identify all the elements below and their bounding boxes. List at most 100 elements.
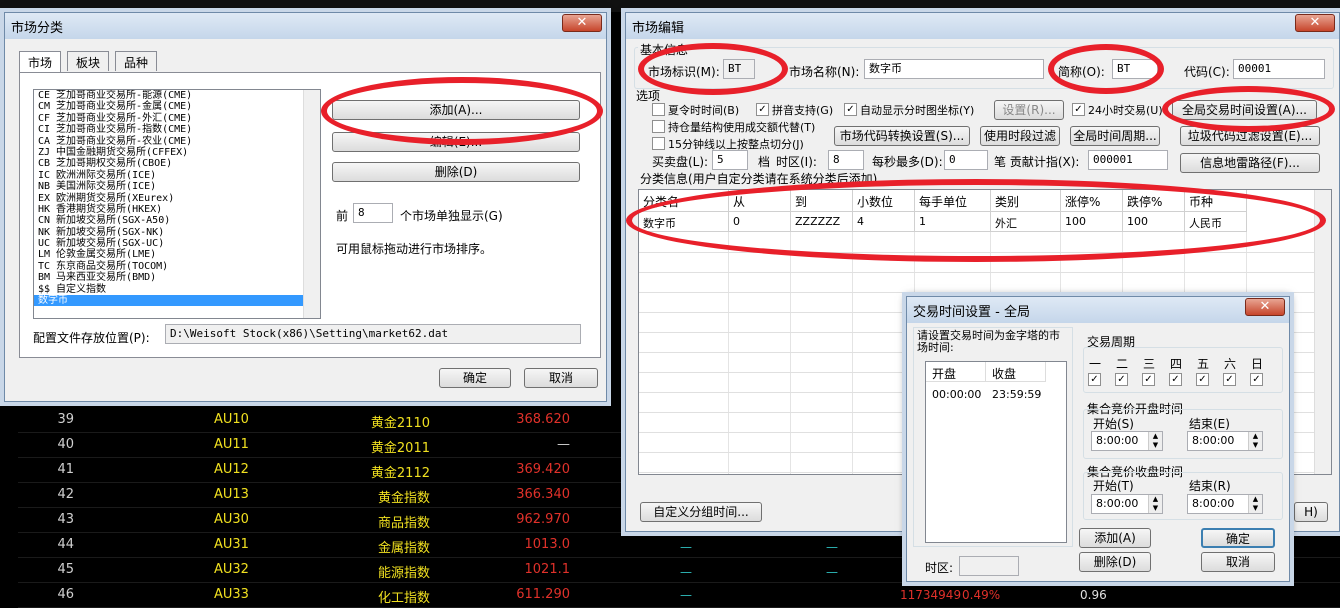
class-table-scrollbar[interactable] <box>1314 190 1331 474</box>
day-checkbox[interactable]: ✓ <box>1250 373 1263 386</box>
use-period-button[interactable]: 使用时段过滤 <box>980 126 1060 146</box>
persec-label: 每秒最多(D): <box>872 155 943 169</box>
tab-sector[interactable]: 板块 <box>67 51 110 71</box>
list-item[interactable]: CF 芝加哥商业交易所-外汇(CME) <box>34 113 320 124</box>
day-label: 四 <box>1170 357 1183 371</box>
list-item[interactable]: EX 欧洲期货交易所(XEurex) <box>34 193 320 204</box>
dash-value: — <box>680 540 692 554</box>
auction-open-start[interactable]: 8:00:00 ▲ ▼ <box>1091 431 1163 451</box>
dash-value: — <box>680 565 692 579</box>
info-path-button[interactable]: 信息地雷路径(F)... <box>1180 153 1320 173</box>
24h-checkbox[interactable]: ✓ <box>1072 103 1085 116</box>
list-item[interactable]: ZJ 中国金融期货交易所(CFFEX) <box>34 147 320 158</box>
level-label: 档 <box>758 155 771 169</box>
list-item[interactable]: TC 东京商品交易所(TOCOM) <box>34 261 320 272</box>
day-checkbox[interactable]: ✓ <box>1169 373 1182 386</box>
close-icon[interactable]: ✕ <box>1295 14 1335 32</box>
code-field[interactable]: 00001 <box>1233 59 1325 79</box>
spin-arrows-icon[interactable]: ▲ ▼ <box>1148 495 1162 513</box>
timezone-input[interactable]: 8 <box>828 150 864 170</box>
cell-name: 能源指数 <box>377 566 430 581</box>
tz-field[interactable] <box>959 556 1019 576</box>
grid-line <box>852 232 853 474</box>
market-list[interactable]: CE 芝加哥商业交易所-能源(CME) CM 芝加哥商业交易所-金属(CME) CF… <box>33 89 321 319</box>
list-item[interactable]: CB 芝加哥期权交易所(CBOE) <box>34 158 320 169</box>
close-time[interactable]: 23:59:59 <box>992 388 1041 401</box>
contrib-input[interactable]: 000001 <box>1088 150 1168 170</box>
list-item[interactable]: HK 香港期货交易所(HKEX) <box>34 204 320 215</box>
spin-arrows-icon[interactable]: ▲ ▼ <box>1148 432 1162 450</box>
pinyin-checkbox[interactable]: ✓ <box>756 103 769 116</box>
list-item[interactable]: LM 伦敦金属交易所(LME) <box>34 249 320 260</box>
list-item[interactable]: CE 芝加哥商业交易所-能源(CME) <box>34 90 320 101</box>
custom-group-time-button[interactable]: 自定义分组时间... <box>640 502 762 522</box>
position-checkbox[interactable] <box>652 120 665 133</box>
cell-num: 44 <box>57 537 74 552</box>
auction-close-start[interactable]: 8:00:00 ▲ ▼ <box>1091 494 1163 514</box>
contrib-label: 笔 贡献计指(X): <box>994 155 1080 169</box>
timezone-label: 时区(I): <box>776 155 817 169</box>
settings-button[interactable]: 设置(R)... <box>994 100 1064 120</box>
list-item[interactable]: UC 新加坡交易所(SGX-UC) <box>34 238 320 249</box>
persec-input[interactable]: 0 <box>944 150 988 170</box>
list-item[interactable]: CI 芝加哥商业交易所-指数(CME) <box>34 124 320 135</box>
15min-checkbox[interactable] <box>652 137 665 150</box>
global-period-button[interactable]: 全局时间周期... <box>1070 126 1160 146</box>
time-list[interactable]: 开盘 收盘 00:00:00 23:59:59 <box>925 361 1067 543</box>
front-count-input[interactable]: 8 <box>353 203 393 223</box>
cancel-button[interactable]: 取消 <box>1201 552 1275 572</box>
delete-time-button[interactable]: 删除(D) <box>1079 552 1151 572</box>
day-checkbox[interactable]: ✓ <box>1115 373 1128 386</box>
grid-line <box>639 272 1315 273</box>
delete-market-button[interactable]: 删除(D) <box>332 162 580 182</box>
list-item[interactable]: IC 欧洲洲际交易所(ICE) <box>34 170 320 181</box>
list-item[interactable]: NK 新加坡交易所(SGX-NK) <box>34 227 320 238</box>
ok-button[interactable]: 确定 <box>439 368 511 388</box>
tab-variety[interactable]: 品种 <box>115 51 158 71</box>
cell-num: 45 <box>57 562 74 577</box>
code-label: 代码(C): <box>1184 65 1230 79</box>
auction-close-end[interactable]: 8:00:00 ▲ ▼ <box>1187 494 1263 514</box>
list-item[interactable]: $$ 自定义指数 <box>34 284 320 295</box>
list-item[interactable]: BM 马来西亚交易所(BMD) <box>34 272 320 283</box>
table-row[interactable]: 46 AU33 化工指数 611.290 <box>18 583 1340 608</box>
market-list-scrollbar[interactable] <box>303 90 320 318</box>
edit-dialog-titlebar: 市场编辑 <box>626 13 1339 39</box>
cell-code: AU13 <box>214 487 249 502</box>
cell-code: AU31 <box>214 537 249 552</box>
config-path-field[interactable]: D:\Weisoft Stock(x86)\Setting\market62.d… <box>165 324 581 344</box>
day-checkbox[interactable]: ✓ <box>1196 373 1209 386</box>
spin-arrows-icon[interactable]: ▲ ▼ <box>1248 432 1262 450</box>
list-item[interactable]: CA 芝加哥商业交易所-农业(CME) <box>34 136 320 147</box>
buysell-input[interactable]: 5 <box>712 150 748 170</box>
autocoord-checkbox[interactable]: ✓ <box>844 103 857 116</box>
col-close[interactable]: 收盘 <box>986 362 1046 382</box>
cell-price: 366.340 <box>516 487 570 502</box>
list-item[interactable]: CN 新加坡交易所(SGX-A50) <box>34 215 320 226</box>
close-icon[interactable]: ✕ <box>562 14 602 32</box>
quote-header <box>0 0 1340 12</box>
col-open[interactable]: 开盘 <box>926 362 986 382</box>
24h-label: 24小时交易(U) <box>1088 104 1163 117</box>
cancel-button[interactable]: 取消 <box>524 368 598 388</box>
spin-arrows-icon[interactable]: ▲ ▼ <box>1248 495 1262 513</box>
partial-button[interactable]: H) <box>1294 502 1328 522</box>
tab-market[interactable]: 市场 <box>19 51 62 73</box>
annotation-ellipse <box>638 43 788 95</box>
auction-open-end[interactable]: 8:00:00 ▲ ▼ <box>1187 431 1263 451</box>
code-convert-button[interactable]: 市场代码转换设置(S)... <box>834 126 970 146</box>
day-checkbox[interactable]: ✓ <box>1223 373 1236 386</box>
list-item[interactable]: 数字币 <box>34 295 320 307</box>
add-time-button[interactable]: 添加(A) <box>1079 528 1151 548</box>
autocoord-label: 自动显示分时图坐标(Y) <box>860 104 975 117</box>
ok-button[interactable]: 确定 <box>1201 528 1275 548</box>
dst-checkbox[interactable] <box>652 103 665 116</box>
market-name-field[interactable]: 数字币 <box>864 59 1044 79</box>
list-item[interactable]: CM 芝加哥商业交易所-金属(CME) <box>34 101 320 112</box>
day-checkbox[interactable]: ✓ <box>1088 373 1101 386</box>
list-item[interactable]: NB 美国洲际交易所(ICE) <box>34 181 320 192</box>
day-checkbox[interactable]: ✓ <box>1142 373 1155 386</box>
close-icon[interactable]: ✕ <box>1245 298 1285 316</box>
market-tabs: 市场 板块 品种 <box>19 51 601 73</box>
open-time[interactable]: 00:00:00 <box>932 388 981 401</box>
